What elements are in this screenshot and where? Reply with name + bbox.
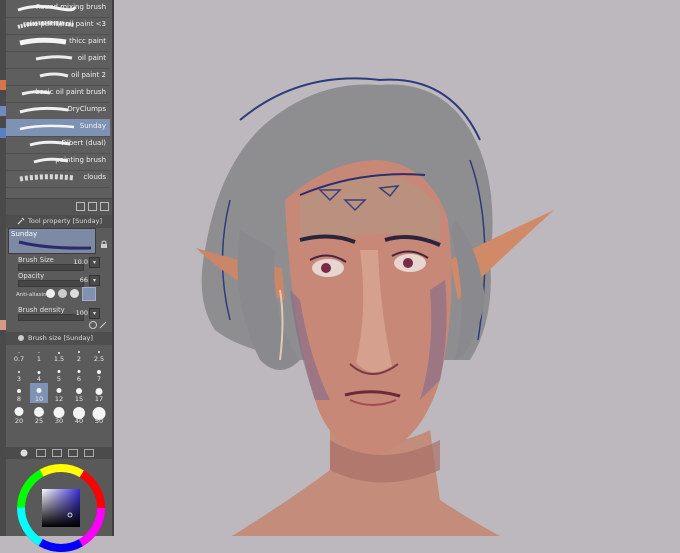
brush-density-label: Brush density [18,306,65,314]
size-4[interactable]: 4 [30,365,48,383]
wrench-icon [17,217,25,225]
brush-preview: Sunday [8,228,96,254]
add-subtool-icon[interactable] [76,202,85,211]
brush-item-label: Round mixing brush [35,3,106,11]
brush-size-icon [18,335,24,341]
brush-item-oil-paint[interactable]: oil paint [6,51,110,69]
brush-item-oil-paint-2[interactable]: oil paint 2 [6,68,110,86]
brush-size-dynamics-button[interactable]: ▾ [89,257,100,268]
size-30[interactable]: 30 [50,407,68,425]
brush-stroke-preview [19,37,67,46]
brush-item-rake-paint[interactable]: rake paint// oil paint <3 [6,17,110,35]
color-wheel-tab-icon[interactable] [20,449,28,457]
brush-item-label: Sunday [79,122,106,130]
size-7[interactable]: 7 [90,365,108,383]
antialias-medium-option[interactable] [70,289,79,298]
delete-subtool-icon[interactable] [100,202,109,211]
color-slider-tab-icon[interactable] [36,449,46,457]
size-2[interactable]: 2 [70,345,88,363]
antialias-label: Anti-aliasing [16,292,51,298]
size-10[interactable]: 10 [30,383,48,403]
painting-illustration [196,77,554,536]
size-15[interactable]: 15 [70,385,88,403]
opacity-value[interactable]: 66 [80,276,88,284]
brush-item-label: basic oil paint brush [35,88,106,96]
antialias-weak-option[interactable] [58,289,67,298]
size-2.5[interactable]: 2.5 [90,345,108,363]
size-12[interactable]: 12 [50,385,68,403]
tool-property-title: Tool property [Sunday] [28,217,102,225]
duplicate-subtool-icon[interactable] [88,202,97,211]
brush-item-label: oil paint [77,54,106,62]
brush-item-label: oil paint 2 [71,71,106,79]
size-50[interactable]: 50 [90,407,108,425]
brush-item-basic-oil-paint-brush[interactable]: basic oil paint brush [6,85,110,103]
brush-preview-name: Sunday [11,230,38,238]
brush-size-panel-title: Brush size [Sunday] [28,334,93,342]
brush-item-label: Filbert (dual) [61,139,106,147]
brush-density-slider[interactable] [18,314,84,321]
brush-item-painting-brush[interactable]: painting brush [6,153,110,171]
brush-size-panel-header: Brush size [Sunday] [6,332,112,345]
size-1.5[interactable]: 1.5 [50,345,68,363]
brush-item-label: rake paint// oil paint <3 [22,20,106,28]
brush-density-dynamics-button[interactable]: ▾ [89,308,100,319]
color-wheel-icon[interactable] [16,463,106,553]
brush-item-filbert-dual[interactable]: Filbert (dual) [6,136,110,154]
left-panel: Round mixing brush rake paint// oil pain… [6,0,112,552]
drawing-canvas[interactable] [114,0,680,536]
color-panel-tabs [6,447,112,459]
brush-item-thicc-paint[interactable]: thicc paint [6,34,110,52]
brush-stroke-preview [35,55,73,61]
brush-size-grid: 0.7 1 1.5 2 2.5 3 4 5 6 7 8 10 12 15 17 … [6,345,112,445]
color-wheel-panel [6,459,112,552]
brush-stroke-preview [19,124,75,131]
intermediate-color-tab-icon[interactable] [68,449,78,457]
size-5[interactable]: 5 [50,365,68,383]
tool-property-header: Tool property [Sunday] [6,215,112,228]
size-1[interactable]: 1 [30,345,48,363]
brush-item-clouds[interactable]: clouds [6,170,110,188]
brush-item-round-mixing-brush[interactable]: Round mixing brush [6,0,110,18]
sub-tool-list: Round mixing brush rake paint// oil pain… [6,0,112,198]
brush-preview-stroke [18,240,92,250]
opacity-dynamics-button[interactable]: ▾ [89,275,100,286]
brush-item-label: thicc paint [69,37,106,45]
brush-stroke-preview [39,72,69,78]
brush-size-label: Brush Size [18,256,54,264]
antialias-none-option[interactable] [46,289,55,298]
size-17[interactable]: 17 [90,385,108,403]
size-20[interactable]: 20 [10,407,28,425]
size-8[interactable]: 8 [10,385,28,403]
approximate-color-tab-icon[interactable] [84,449,94,457]
brush-stroke-preview [19,174,75,182]
size-25[interactable]: 25 [30,407,48,425]
brush-item-label: DryClumps [67,105,106,113]
size-6[interactable]: 6 [70,365,88,383]
size-3[interactable]: 3 [10,365,28,383]
lock-icon[interactable] [100,240,108,248]
opacity-label: Opacity [18,272,45,280]
settings-icon[interactable] [88,320,108,330]
opacity-slider[interactable] [18,280,84,287]
brush-item-label: clouds [83,173,106,181]
antialias-strong-option[interactable] [82,287,96,301]
sub-tool-toolbar [6,198,112,215]
color-set-tab-icon[interactable] [52,449,62,457]
brush-size-value[interactable]: 10.0 [74,258,88,266]
brush-item-dryclumps[interactable]: DryClumps [6,102,110,120]
brush-item-sunday[interactable]: Sunday [6,119,110,137]
size-40[interactable]: 40 [70,407,88,425]
size-0.7[interactable]: 0.7 [10,345,28,363]
brush-density-value[interactable]: 100 [76,309,88,317]
brush-item-label: painting brush [55,156,106,164]
